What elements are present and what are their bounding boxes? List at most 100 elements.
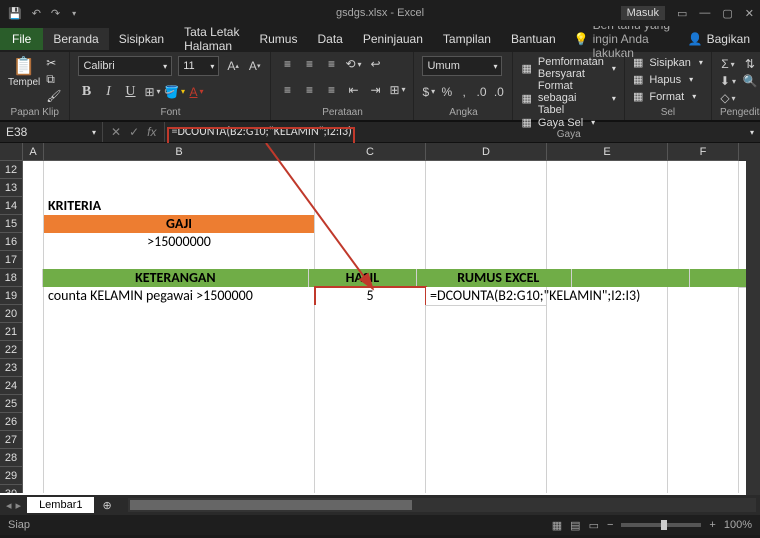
cell-b19[interactable]: counta KELAMIN pegawai >1500000 [44,287,315,306]
cell-f28[interactable] [668,449,739,468]
cell-e26[interactable] [547,413,668,432]
cell-b24[interactable] [44,377,315,396]
view-page-layout-icon[interactable]: ▤ [570,519,580,532]
cell-a16[interactable] [23,233,44,252]
row-header-20[interactable]: 20 [0,305,23,323]
cell-c28[interactable] [315,449,426,468]
cell-e16[interactable] [547,233,668,252]
cell-c26[interactable] [315,413,426,432]
row-header-19[interactable]: 19 [0,287,23,305]
percent-icon[interactable]: % [441,84,452,100]
autosum-icon[interactable]: Σ▾ [720,56,736,72]
cell-f12[interactable] [668,161,739,180]
decrease-indent-icon[interactable]: ⇤ [345,82,361,98]
cell-d27[interactable] [426,431,547,450]
align-top-icon[interactable]: ≡ [279,56,295,72]
cell-a26[interactable] [23,413,44,432]
col-header-e[interactable]: E [547,143,668,161]
cell-a23[interactable] [23,359,44,378]
font-name-select[interactable]: Calibri▾ [78,56,172,76]
increase-decimal-icon[interactable]: .0 [476,84,487,100]
cell-e24[interactable] [547,377,668,396]
formula-input[interactable]: =DCOUNTA(B2:G10;"KELAMIN";I2:I3) [165,125,742,139]
vertical-scrollbar[interactable] [746,161,760,495]
font-size-select[interactable]: 11▾ [178,56,219,76]
cell-d26[interactable] [426,413,547,432]
zoom-out-icon[interactable]: − [607,519,613,531]
cell-f27[interactable] [668,431,739,450]
cell-b16[interactable]: >15000000 [44,233,315,252]
cell-b25[interactable] [44,395,315,414]
row-header-25[interactable]: 25 [0,395,23,413]
zoom-slider[interactable] [621,523,701,527]
cell-f19[interactable] [668,287,739,306]
copy-icon[interactable]: ⧉ [46,72,61,87]
cell-f17[interactable] [668,251,739,270]
font-color-button[interactable]: A▾ [188,84,204,100]
cell-a24[interactable] [23,377,44,396]
cell-b18[interactable]: KETERANGAN [43,269,308,288]
tab-data[interactable]: Data [307,28,352,50]
cell-b17[interactable] [44,251,315,270]
view-normal-icon[interactable]: ▦ [552,519,562,532]
cell-b13[interactable] [44,179,315,198]
tab-beranda[interactable]: Beranda [43,28,108,50]
cell-a15[interactable] [23,215,44,234]
cell-b20[interactable] [44,305,315,324]
view-page-break-icon[interactable]: ▭ [589,519,599,532]
cell-e18[interactable] [572,269,691,288]
insert-cells-button[interactable]: ▦ Sisipkan ▾ [633,56,703,69]
orientation-icon[interactable]: ⟲▾ [345,56,361,72]
cell-c24[interactable] [315,377,426,396]
undo-icon[interactable]: ↶ [32,7,41,20]
row-header-30[interactable]: 30 [0,485,23,493]
sheet-nav-first-icon[interactable]: ◂ [6,499,12,512]
cell-e20[interactable] [547,305,668,324]
format-painter-icon[interactable]: 🖌 [46,89,61,103]
cell-d29[interactable] [426,467,547,486]
cell-a30[interactable] [23,485,44,493]
cell-e21[interactable] [547,323,668,342]
cell-d25[interactable] [426,395,547,414]
paste-icon[interactable]: 📋 [8,56,40,77]
ribbon-display-icon[interactable]: ▭ [677,7,687,20]
cell-c25[interactable] [315,395,426,414]
row-header-18[interactable]: 18 [0,269,23,287]
grid-rows[interactable]: 121314KRITERIA15GAJI16>150000001718KETER… [0,161,760,493]
cell-e22[interactable] [547,341,668,360]
cell-c29[interactable] [315,467,426,486]
col-header-f[interactable]: F [668,143,739,161]
row-header-15[interactable]: 15 [0,215,23,233]
cell-f16[interactable] [668,233,739,252]
fill-color-button[interactable]: 🪣▾ [166,84,182,100]
cell-a27[interactable] [23,431,44,450]
cell-a12[interactable] [23,161,44,180]
cell-a29[interactable] [23,467,44,486]
cell-d13[interactable] [426,179,547,198]
cell-e17[interactable] [547,251,668,270]
cell-f23[interactable] [668,359,739,378]
save-icon[interactable]: 💾 [8,7,22,20]
tab-peninjauan[interactable]: Peninjauan [353,28,433,50]
fx-icon[interactable]: fx [147,125,156,139]
row-header-24[interactable]: 24 [0,377,23,395]
maximize-icon[interactable]: ▢ [722,7,732,20]
row-header-22[interactable]: 22 [0,341,23,359]
cell-e15[interactable] [547,215,668,234]
cell-e14[interactable] [547,197,668,216]
row-header-27[interactable]: 27 [0,431,23,449]
underline-button[interactable]: U [122,84,138,100]
cell-a17[interactable] [23,251,44,270]
cell-a25[interactable] [23,395,44,414]
cell-e30[interactable] [547,485,668,493]
merge-button[interactable]: ⊞▾ [389,82,405,98]
new-sheet-button[interactable]: ⊕ [94,499,119,512]
cell-d23[interactable] [426,359,547,378]
cell-e29[interactable] [547,467,668,486]
wrap-text-icon[interactable]: ↩ [367,56,383,72]
qat-customize-icon[interactable]: ▾ [72,9,76,18]
cell-b28[interactable] [44,449,315,468]
zoom-level[interactable]: 100% [724,519,752,531]
cell-c12[interactable] [315,161,426,180]
row-header-14[interactable]: 14 [0,197,23,215]
